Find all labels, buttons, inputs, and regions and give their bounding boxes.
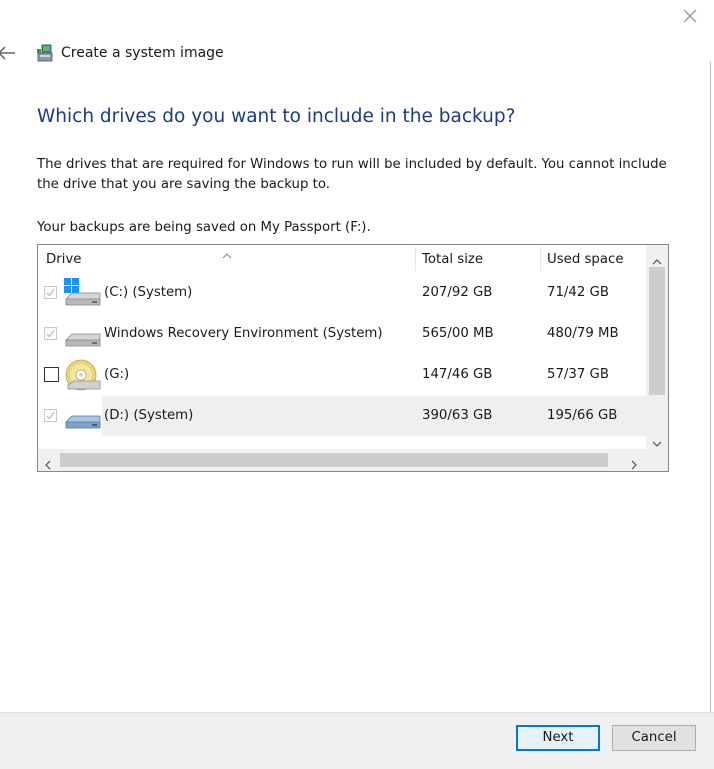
page-description: The drives that are required for Windows… <box>37 157 667 192</box>
column-separator[interactable] <box>540 247 541 271</box>
optical-drive-icon <box>62 359 102 393</box>
back-arrow-icon <box>0 46 15 60</box>
scroll-up-icon[interactable] <box>652 251 662 265</box>
scroll-left-icon[interactable] <box>44 455 52 470</box>
drive-total-size: 390/63 GB <box>422 408 493 423</box>
sort-ascending-icon <box>222 245 232 259</box>
table-row[interactable]: (C:) (System) 207/92 GB 71/42 GB <box>38 273 646 313</box>
back-button[interactable] <box>0 44 19 62</box>
drive-total-size: 207/92 GB <box>422 285 493 300</box>
vertical-scroll-thumb[interactable] <box>649 267 665 395</box>
drive-total-size: 565/00 MB <box>422 326 494 341</box>
scrollbar-corner <box>646 449 668 471</box>
create-system-image-window: Create a system image Which drives do yo… <box>0 0 714 769</box>
drive-name: (D:) (System) <box>104 408 194 423</box>
window-title: Create a system image <box>61 45 224 61</box>
close-icon <box>683 9 697 23</box>
scroll-right-icon[interactable] <box>630 455 638 470</box>
vertical-scrollbar[interactable] <box>646 245 668 449</box>
window-edge <box>710 62 711 712</box>
drive-checkbox[interactable] <box>44 367 59 382</box>
drive-checkbox[interactable] <box>44 286 57 299</box>
save-location-text: Your backups are being saved on My Passp… <box>37 220 371 235</box>
button-bar: Next Cancel <box>0 712 714 769</box>
column-header-drive[interactable]: Drive <box>46 245 81 273</box>
drive-used-space: 57/37 GB <box>547 367 609 382</box>
drive-total-size: 147/46 GB <box>422 367 493 382</box>
horizontal-scrollbar[interactable] <box>38 449 646 471</box>
hard-drive-icon <box>62 318 102 352</box>
system-image-icon <box>35 43 55 63</box>
drive-list-header: Drive Total size Used space <box>38 245 646 273</box>
drive-used-space: 195/66 GB <box>547 408 618 423</box>
page-heading: Which drives do you want to include in t… <box>37 106 516 127</box>
drive-checkbox[interactable] <box>44 409 57 422</box>
column-separator[interactable] <box>415 247 416 271</box>
scroll-down-icon[interactable] <box>652 433 662 447</box>
table-row[interactable]: (G:) 147/46 GB 57/37 GB <box>38 355 646 395</box>
drive-name: (C:) (System) <box>104 285 193 300</box>
windows-drive-icon <box>62 277 102 311</box>
blue-hard-drive-icon <box>62 400 102 434</box>
drive-name: (G:) <box>104 367 130 382</box>
horizontal-scroll-thumb[interactable] <box>60 453 608 467</box>
next-button[interactable]: Next <box>516 725 600 751</box>
drive-name: Windows Recovery Environment (System) <box>104 326 383 341</box>
table-row[interactable]: Windows Recovery Environment (System) 56… <box>38 314 646 354</box>
drive-checkbox[interactable] <box>44 327 57 340</box>
cancel-button[interactable]: Cancel <box>612 725 696 751</box>
drive-used-space: 480/79 MB <box>547 326 619 341</box>
drive-used-space: 71/42 GB <box>547 285 609 300</box>
close-button[interactable] <box>680 6 700 26</box>
column-header-used-space[interactable]: Used space <box>547 245 624 273</box>
column-header-total-size[interactable]: Total size <box>422 245 483 273</box>
drive-list[interactable]: Drive Total size Used space (C:) (System… <box>37 244 669 472</box>
table-row[interactable]: (D:) (System) 390/63 GB 195/66 GB <box>38 396 646 436</box>
